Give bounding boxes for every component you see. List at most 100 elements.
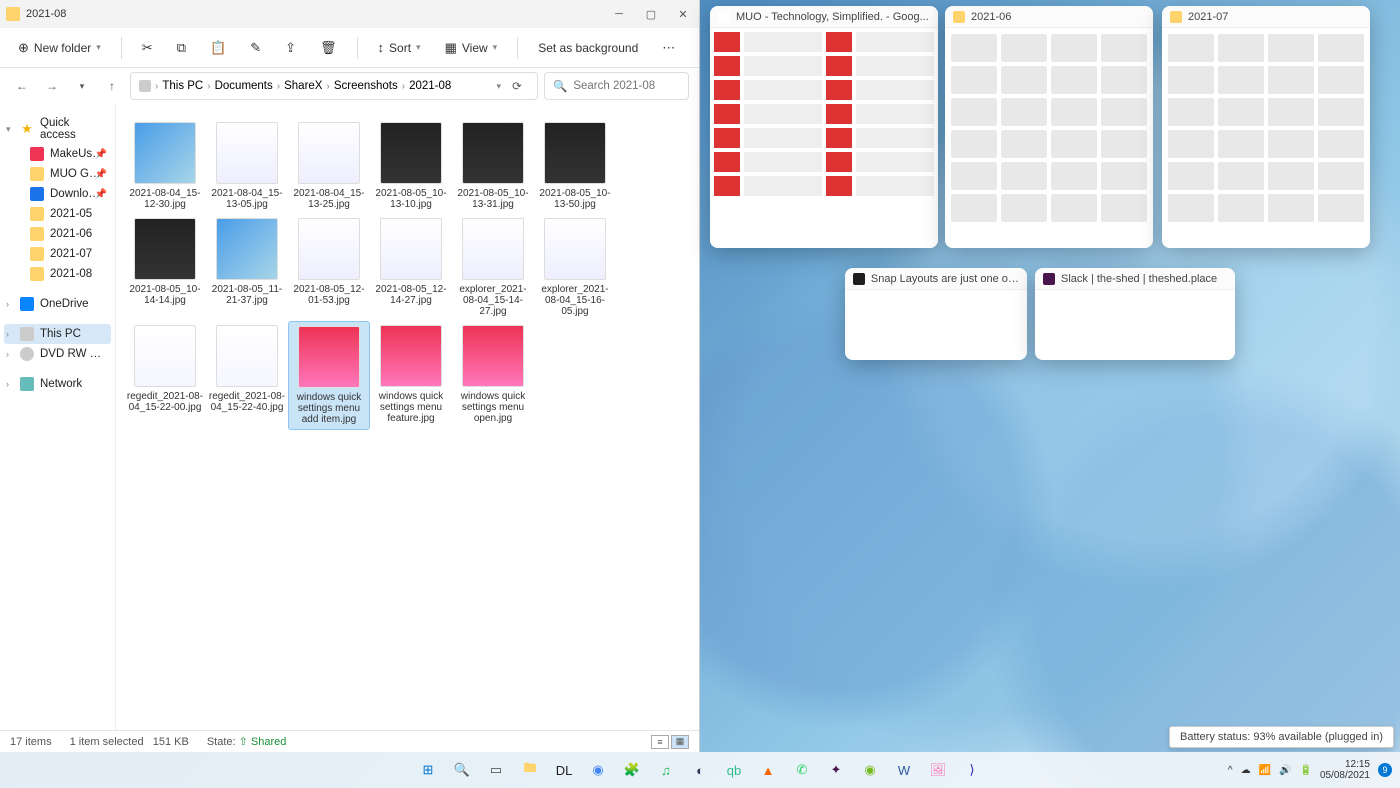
command-bar: ⊕ New folder ▾ ✂ ⧉ 📋 ✎ ⇪ 🗑 ↕ Sort ▾ ▦ Vi… <box>0 28 699 68</box>
tray-chevron-icon[interactable]: ^ <box>1228 765 1233 776</box>
sidebar-item[interactable]: 2021-06 <box>4 224 111 244</box>
taskbar-whatsapp-icon[interactable]: ✆ <box>790 758 814 782</box>
forward-button[interactable]: → <box>40 74 64 98</box>
file-item[interactable]: 2021-08-05_11-21-37.jpg <box>206 214 288 321</box>
taskbar-spotify-icon[interactable]: ♫ <box>654 758 678 782</box>
taskbar-slack-icon[interactable]: ✦ <box>824 758 848 782</box>
snap-window[interactable]: MUO - Technology, Simplified. - Goog... <box>710 6 938 248</box>
sort-button[interactable]: ↕ Sort ▾ <box>370 36 429 59</box>
paste-button[interactable]: 📋 <box>202 36 234 60</box>
file-item[interactable]: 2021-08-05_12-01-53.jpg <box>288 214 370 321</box>
close-button[interactable]: ✕ <box>667 0 699 28</box>
taskbar-steam-icon[interactable]: ◐ <box>688 758 712 782</box>
more-button[interactable]: ⋯ <box>654 36 683 60</box>
set-background-button[interactable]: Set as background <box>530 37 646 59</box>
sidebar-item[interactable]: 2021-07 <box>4 244 111 264</box>
taskbar-purple-icon[interactable]: ◉ <box>858 758 882 782</box>
dvd-drive[interactable]: › DVD RW Drive (D:) A <box>4 344 111 364</box>
sidebar-item-label: 2021-08 <box>50 268 92 280</box>
pc-icon <box>139 80 151 92</box>
back-button[interactable]: ← <box>10 74 34 98</box>
minimize-button[interactable]: ─ <box>603 0 635 28</box>
taskbar-task-view-icon[interactable]: ▭ <box>484 758 508 782</box>
file-item[interactable]: explorer_2021-08-04_15-14-27.jpg <box>452 214 534 321</box>
cut-button[interactable]: ✂ <box>134 36 161 60</box>
search-icon: 🔍 <box>553 79 567 93</box>
file-item[interactable]: windows quick settings menu open.jpg <box>452 321 534 430</box>
file-item[interactable]: 2021-08-04_15-12-30.jpg <box>124 118 206 214</box>
cloud-icon[interactable]: ☁ <box>1241 765 1251 776</box>
taskbar-puzzle-icon[interactable]: 🧩 <box>620 758 644 782</box>
file-item[interactable]: 2021-08-04_15-13-25.jpg <box>288 118 370 214</box>
battery-icon[interactable]: 🔋 <box>1299 765 1311 776</box>
breadcrumb-item[interactable]: ShareX <box>284 80 322 92</box>
file-item[interactable]: 2021-08-05_12-14-27.jpg <box>370 214 452 321</box>
copy-button[interactable]: ⧉ <box>169 36 194 60</box>
this-pc[interactable]: › This PC <box>4 324 111 344</box>
search-input[interactable] <box>573 80 680 92</box>
breadcrumb-item[interactable]: Screenshots <box>334 80 398 92</box>
red-icon <box>30 147 44 161</box>
sidebar-item[interactable]: 2021-08 <box>4 264 111 284</box>
taskbar-search-icon[interactable]: 🔍 <box>450 758 474 782</box>
chevron-down-icon: ▾ <box>6 124 11 135</box>
taskbar-chrome-icon[interactable]: ◉ <box>586 758 610 782</box>
file-list[interactable]: 2021-08-04_15-12-30.jpg2021-08-04_15-13-… <box>116 104 699 730</box>
new-button[interactable]: ⊕ New folder ▾ <box>10 36 109 60</box>
chevron-down-icon[interactable]: ▾ <box>70 74 94 98</box>
titlebar[interactable]: 2021-08 ─ ▢ ✕ <box>0 0 699 28</box>
sidebar-item[interactable]: Downloads📌 <box>4 184 111 204</box>
sidebar-item[interactable]: 2021-05 <box>4 204 111 224</box>
taskbar-dl-icon[interactable]: DL <box>552 758 576 782</box>
delete-button[interactable]: 🗑 <box>312 36 345 60</box>
sidebar-item[interactable]: MakeUseOf📌 <box>4 144 111 164</box>
notification-badge[interactable]: 9 <box>1378 763 1392 777</box>
file-item[interactable]: explorer_2021-08-04_15-16-05.jpg <box>534 214 616 321</box>
quick-access[interactable]: ▾ ★ Quick access <box>4 114 111 144</box>
file-item[interactable]: 2021-08-05_10-13-10.jpg <box>370 118 452 214</box>
file-item[interactable]: regedit_2021-08-04_15-22-00.jpg <box>124 321 206 430</box>
taskbar-qb-icon[interactable]: qb <box>722 758 746 782</box>
file-item[interactable]: 2021-08-04_15-13-05.jpg <box>206 118 288 214</box>
search-box[interactable]: 🔍 <box>544 72 689 100</box>
viewmode-icons[interactable]: ▦ <box>671 735 689 749</box>
taskbar-vscode-icon[interactable]: ⟩ <box>960 758 984 782</box>
sidebar-item[interactable]: MUO GD Scree...📌 <box>4 164 111 184</box>
breadcrumb-item[interactable]: This PC <box>162 80 203 92</box>
viewmode-details[interactable]: ≡ <box>651 735 669 749</box>
chevron-down-icon[interactable]: ▾ <box>496 81 501 92</box>
taskbar-explorer-icon[interactable]: 🖿 <box>518 758 542 782</box>
file-item[interactable]: 2021-08-05_10-14-14.jpg <box>124 214 206 321</box>
view-button[interactable]: ▦ View ▾ <box>437 36 506 60</box>
maximize-button[interactable]: ▢ <box>635 0 667 28</box>
breadcrumb-item[interactable]: Documents <box>215 80 273 92</box>
refresh-button[interactable]: ⟳ <box>505 74 529 98</box>
thumbnail <box>216 325 278 387</box>
snap-window[interactable]: 2021-07 <box>1162 6 1370 248</box>
clock[interactable]: 12:15 05/08/2021 <box>1320 759 1370 781</box>
share-button[interactable]: ⇪ <box>277 36 304 60</box>
taskbar-start-icon[interactable]: ⊞ <box>416 758 440 782</box>
file-item[interactable]: 2021-08-05_10-13-50.jpg <box>534 118 616 214</box>
rename-button[interactable]: ✎ <box>242 36 269 60</box>
snap-window[interactable]: Snap Layouts are just one of... <box>845 268 1027 360</box>
up-button[interactable]: ↑ <box>100 74 124 98</box>
snap-window[interactable]: Slack | the-shed | theshed.place <box>1035 268 1235 360</box>
status-item-count: 17 items <box>10 736 52 748</box>
snap-window-title: 2021-06 <box>971 11 1011 23</box>
file-item[interactable]: 2021-08-05_10-13-31.jpg <box>452 118 534 214</box>
taskbar-vlc-icon[interactable]: ▲ <box>756 758 780 782</box>
snap-window[interactable]: 2021-06 <box>945 6 1153 248</box>
file-item[interactable]: regedit_2021-08-04_15-22-40.jpg <box>206 321 288 430</box>
onedrive[interactable]: › OneDrive <box>4 294 111 314</box>
navigation-row: ← → ▾ ↑ › This PC › Documents › ShareX ›… <box>0 68 699 104</box>
address-bar[interactable]: › This PC › Documents › ShareX › Screens… <box>130 72 538 100</box>
volume-icon[interactable]: 🔊 <box>1279 765 1291 776</box>
breadcrumb-item[interactable]: 2021-08 <box>409 80 451 92</box>
taskbar-photos-icon[interactable]: 🖼 <box>926 758 950 782</box>
taskbar-word-icon[interactable]: W <box>892 758 916 782</box>
network[interactable]: › Network <box>4 374 111 394</box>
wifi-icon[interactable]: 📶 <box>1259 765 1271 776</box>
file-item[interactable]: windows quick settings menu add item.jpg <box>288 321 370 430</box>
file-item[interactable]: windows quick settings menu feature.jpg <box>370 321 452 430</box>
